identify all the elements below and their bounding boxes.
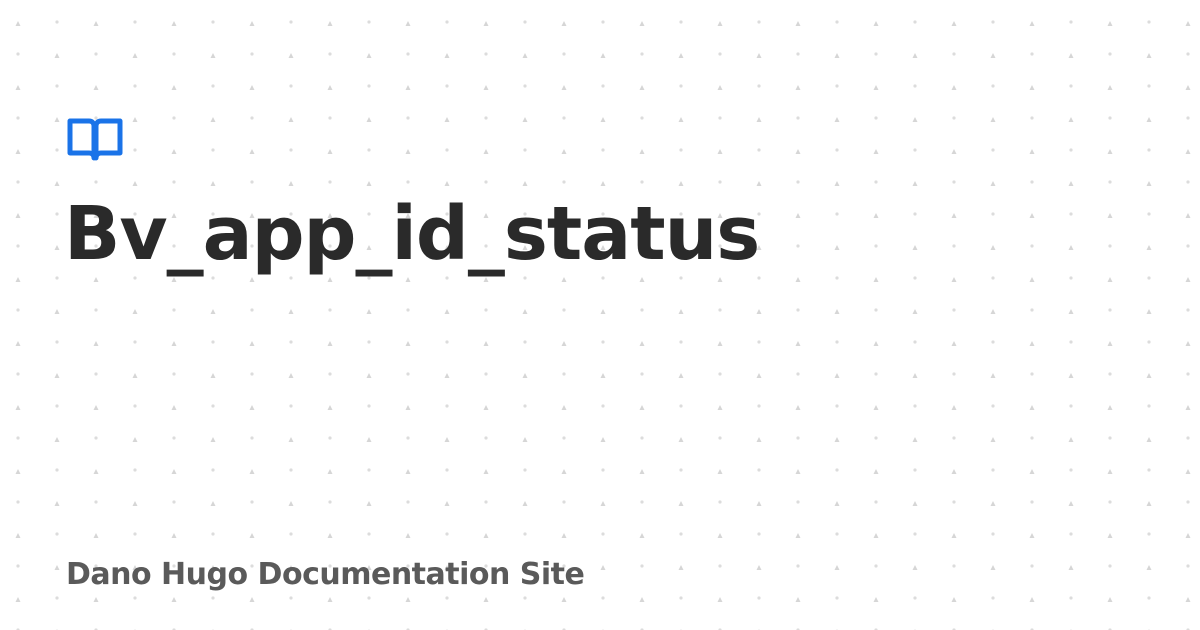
dot-pattern-background xyxy=(0,0,1200,630)
page-title: Bv_app_id_status xyxy=(64,191,760,277)
site-name: Dano Hugo Documentation Site xyxy=(66,557,585,592)
open-book-icon xyxy=(67,118,123,162)
